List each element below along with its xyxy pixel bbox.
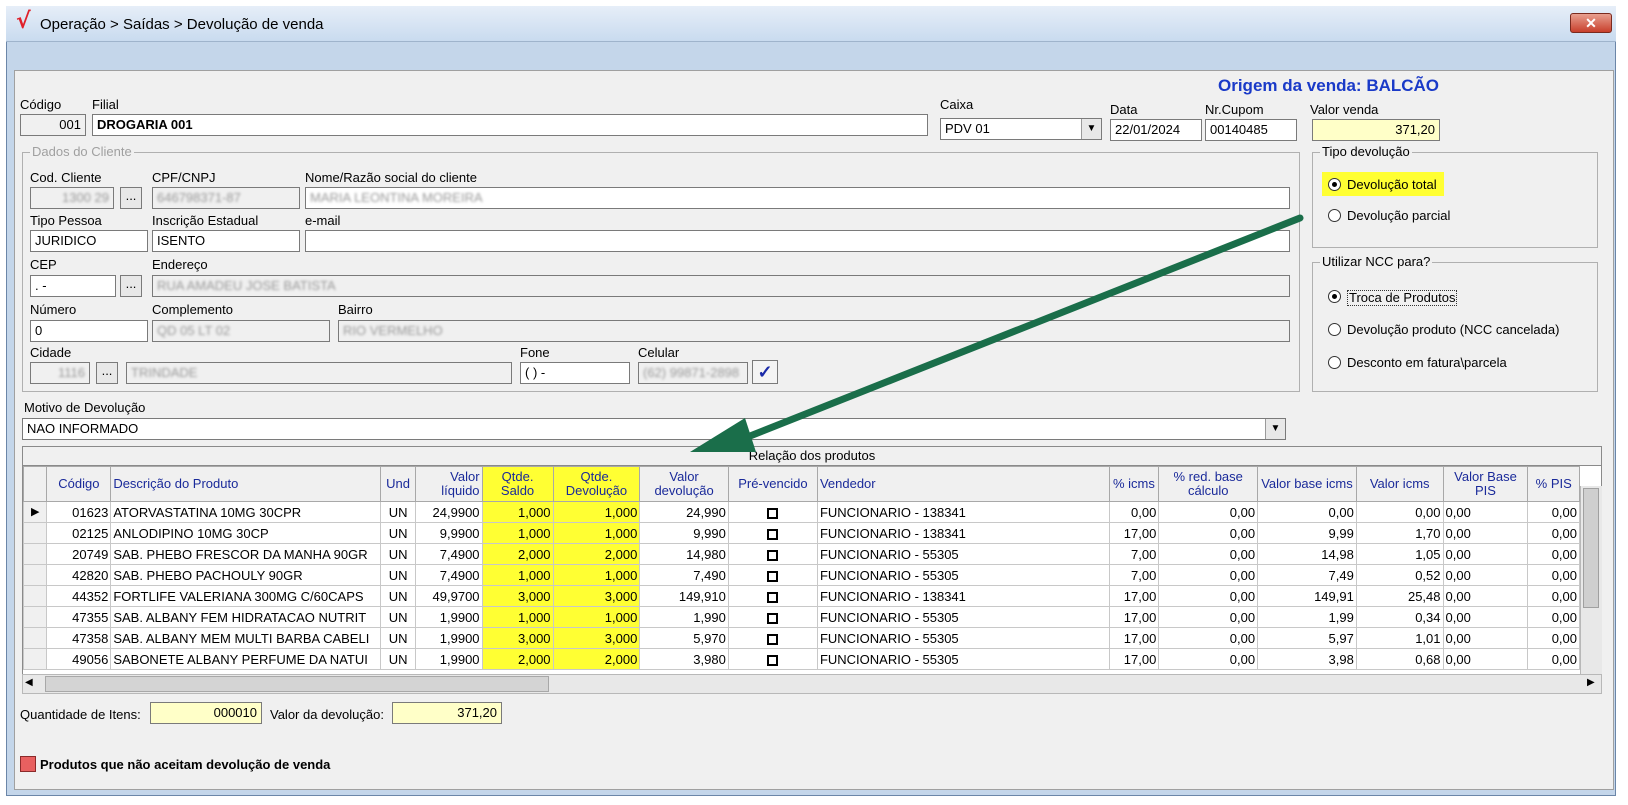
arrow-shaft — [736, 214, 1304, 444]
annotation-arrow — [690, 214, 1304, 452]
arrow-head — [690, 418, 756, 452]
